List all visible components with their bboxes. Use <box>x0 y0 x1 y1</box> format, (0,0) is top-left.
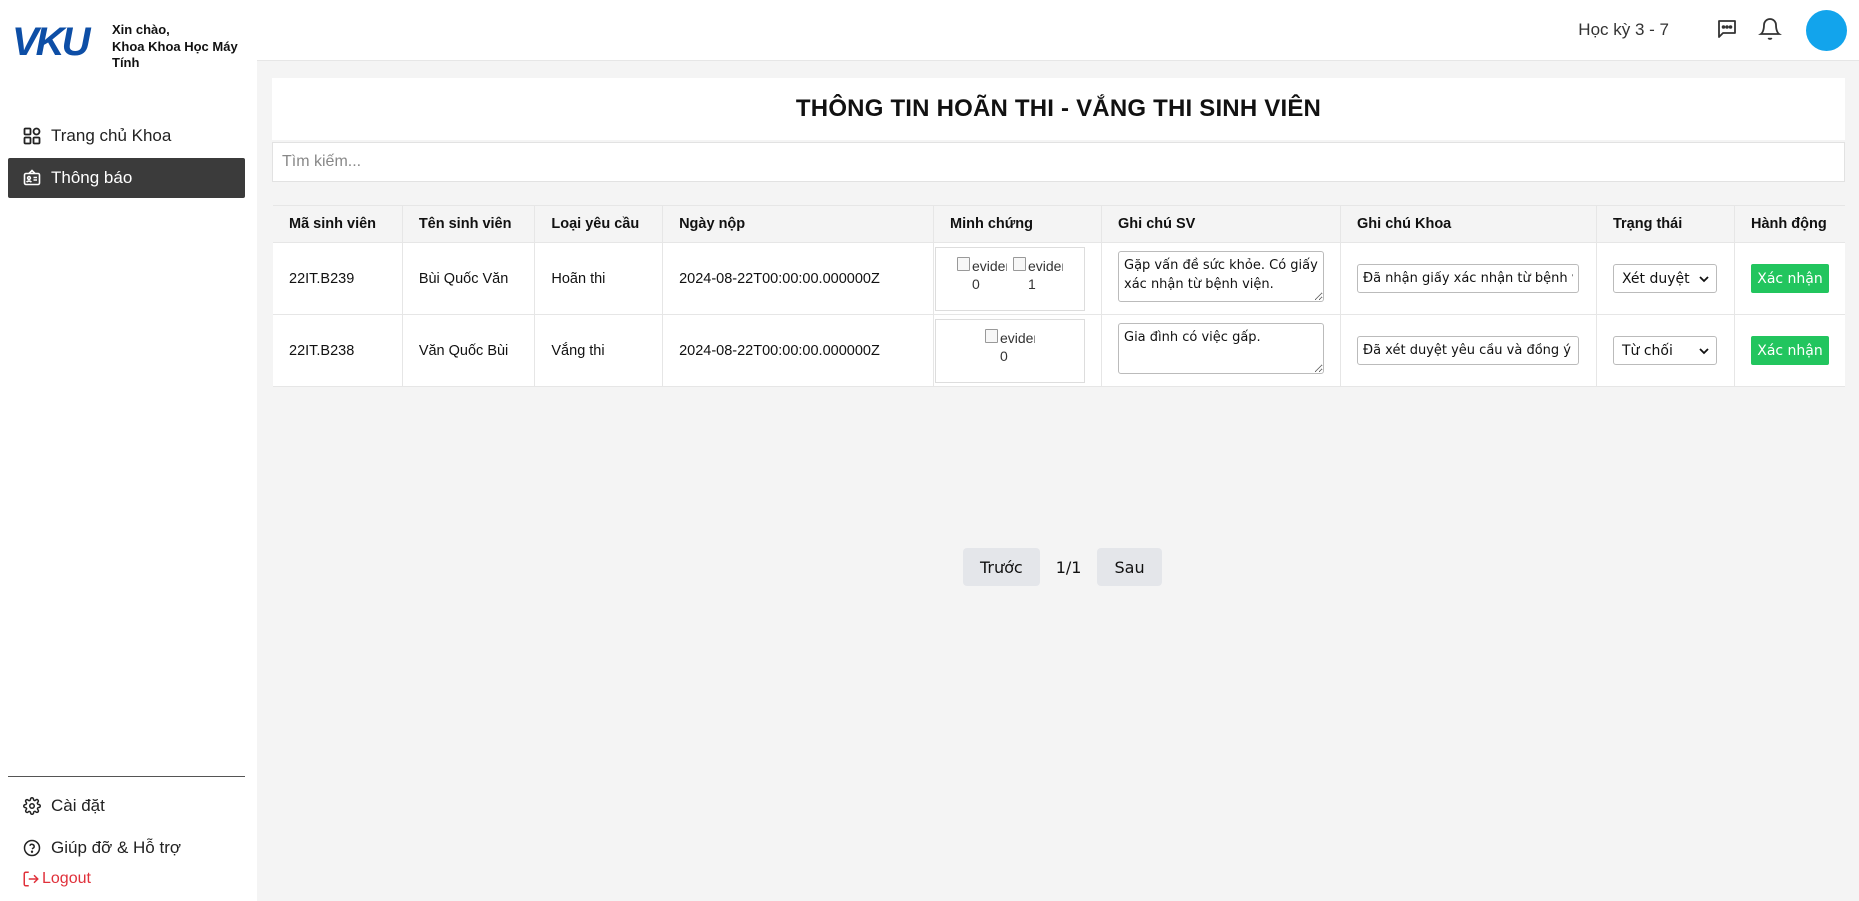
student-name: Bùi Quốc Văn <box>401 242 535 315</box>
confirm-button[interactable]: Xác nhận <box>1751 264 1829 293</box>
search-input[interactable] <box>272 142 1845 182</box>
pagination: Trước 1/1 Sau <box>963 548 1162 586</box>
vku-logo[interactable]: VKU <box>12 22 96 62</box>
sidebar-divider <box>8 776 245 777</box>
title-card: THÔNG TIN HOÃN THI - VẮNG THI SINH VIÊN <box>272 78 1845 140</box>
chat-icon[interactable] <box>1715 17 1739 41</box>
faculty-note-input[interactable] <box>1357 336 1579 365</box>
help-circle-icon <box>22 838 42 858</box>
column-header: Loại yêu cầu <box>534 205 663 243</box>
bell-icon[interactable] <box>1758 17 1782 41</box>
sv-note-cell: Gia đình có việc gấp. <box>1101 314 1341 387</box>
semester-label[interactable]: Học kỳ 3 - 7 <box>1578 20 1669 40</box>
column-header: Ghi chú SV <box>1101 205 1341 243</box>
evidence-cell: evidence 0 <box>933 314 1102 387</box>
status-select[interactable]: Xét duyệt <box>1612 264 1717 293</box>
student-note-field[interactable]: Gia đình có việc gấp. <box>1118 323 1324 374</box>
student-note-field[interactable]: Gặp vấn đề sức khỏe. Có giấy xác nhận từ… <box>1118 251 1324 302</box>
student-id: 22IT.B239 <box>273 242 403 315</box>
page-title: THÔNG TIN HOÃN THI - VẮNG THI SINH VIÊN <box>795 95 1322 122</box>
sidebar-item-label: Trang chủ Khoa <box>51 126 172 145</box>
column-header: Tên sinh viên <box>401 205 535 243</box>
logout-label: Logout <box>42 870 91 887</box>
logout-icon <box>22 870 40 888</box>
faculty-name: Khoa Khoa Học Máy Tính <box>112 38 238 71</box>
status-cell: Xét duyệt <box>1595 242 1735 315</box>
greeting-text: Xin chào, <box>112 22 170 37</box>
khoa-note-cell <box>1340 314 1597 387</box>
request-type: Vắng thi <box>534 314 663 387</box>
column-header: Mã sinh viên <box>273 205 403 243</box>
sidebar-item-label: Giúp đỡ & Hỗ trợ <box>51 838 182 857</box>
evidence-cell: evidence 0 evidence 1 <box>933 242 1102 315</box>
broken-image-icon <box>985 328 998 343</box>
brand: VKU Xin chào, Khoa Khoa Học Máy Tính <box>12 22 242 72</box>
evidence-image[interactable]: evidence 0 <box>957 256 1007 305</box>
broken-image-icon <box>957 256 970 271</box>
evidence-alt: evidence 0 <box>1000 329 1035 364</box>
student-name: Văn Quốc Bùi <box>401 314 535 387</box>
column-header: Ghi chú Khoa <box>1340 205 1597 243</box>
submit-date: 2024-08-22T00:00:00.000000Z <box>662 242 934 315</box>
sidebar-item-help[interactable]: Giúp đỡ & Hỗ trợ <box>8 828 245 868</box>
column-header: Trạng thái <box>1595 205 1735 243</box>
status-value: Xét duyệt <box>1621 270 1690 287</box>
request-type: Hoãn thi <box>534 242 663 315</box>
gear-icon <box>22 796 42 816</box>
confirm-button[interactable]: Xác nhận <box>1751 336 1829 365</box>
student-id: 22IT.B238 <box>273 314 403 387</box>
grid-icon <box>22 126 42 146</box>
column-header: Minh chứng <box>933 205 1102 243</box>
column-header: Ngày nộp <box>662 205 934 243</box>
sidebar-item-notifications[interactable]: Thông báo <box>8 158 245 198</box>
action-cell: Xác nhận <box>1734 242 1845 315</box>
avatar[interactable] <box>1806 10 1847 51</box>
chevron-down-icon <box>1699 343 1709 359</box>
sidebar-item-faculty-home[interactable]: Trang chủ Khoa <box>8 116 245 156</box>
prev-page-button[interactable]: Trước <box>963 548 1040 586</box>
evidence-image[interactable]: evidence 0 <box>985 328 1035 377</box>
requests-table: Mã sinh viên Tên sinh viên Loại yêu cầu … <box>273 205 1845 387</box>
broken-image-icon <box>1013 256 1026 271</box>
evidence-alt: evidence 1 <box>1028 257 1063 292</box>
next-page-button[interactable]: Sau <box>1097 548 1162 586</box>
chevron-down-icon <box>1699 271 1709 287</box>
status-select[interactable]: Từ chối <box>1612 336 1717 365</box>
page-indicator: 1/1 <box>1055 557 1082 577</box>
column-header: Hành động <box>1734 205 1845 243</box>
top-bar: Học kỳ 3 - 7 <box>257 0 1859 61</box>
table-row: 22IT.B239 Bùi Quốc Văn Hoãn thi 2024-08-… <box>273 242 1845 315</box>
sv-note-cell: Gặp vấn đề sức khỏe. Có giấy xác nhận từ… <box>1101 242 1341 315</box>
submit-date: 2024-08-22T00:00:00.000000Z <box>662 314 934 387</box>
notice-board-icon <box>22 168 42 188</box>
greeting: Xin chào, Khoa Khoa Học Máy Tính <box>112 22 242 72</box>
khoa-note-cell <box>1340 242 1597 315</box>
status-cell: Từ chối <box>1595 314 1735 387</box>
evidence-box: evidence 0 evidence 1 <box>935 246 1085 311</box>
logout-link[interactable]: Logout <box>22 870 91 888</box>
sidebar-item-settings[interactable]: Cài đặt <box>8 786 245 826</box>
sidebar: VKU Xin chào, Khoa Khoa Học Máy Tính Tra… <box>0 0 257 901</box>
status-value: Từ chối <box>1621 342 1673 359</box>
evidence-image[interactable]: evidence 1 <box>1013 256 1063 305</box>
faculty-note-input[interactable] <box>1357 264 1579 293</box>
table-row: 22IT.B238 Văn Quốc Bùi Vắng thi 2024-08-… <box>273 314 1845 387</box>
evidence-box: evidence 0 <box>935 318 1085 383</box>
sidebar-item-label: Cài đặt <box>51 796 105 815</box>
action-cell: Xác nhận <box>1734 314 1845 387</box>
table-header-row: Mã sinh viên Tên sinh viên Loại yêu cầu … <box>273 205 1845 243</box>
evidence-alt: evidence 0 <box>972 257 1007 292</box>
sidebar-item-label: Thông báo <box>51 168 133 187</box>
